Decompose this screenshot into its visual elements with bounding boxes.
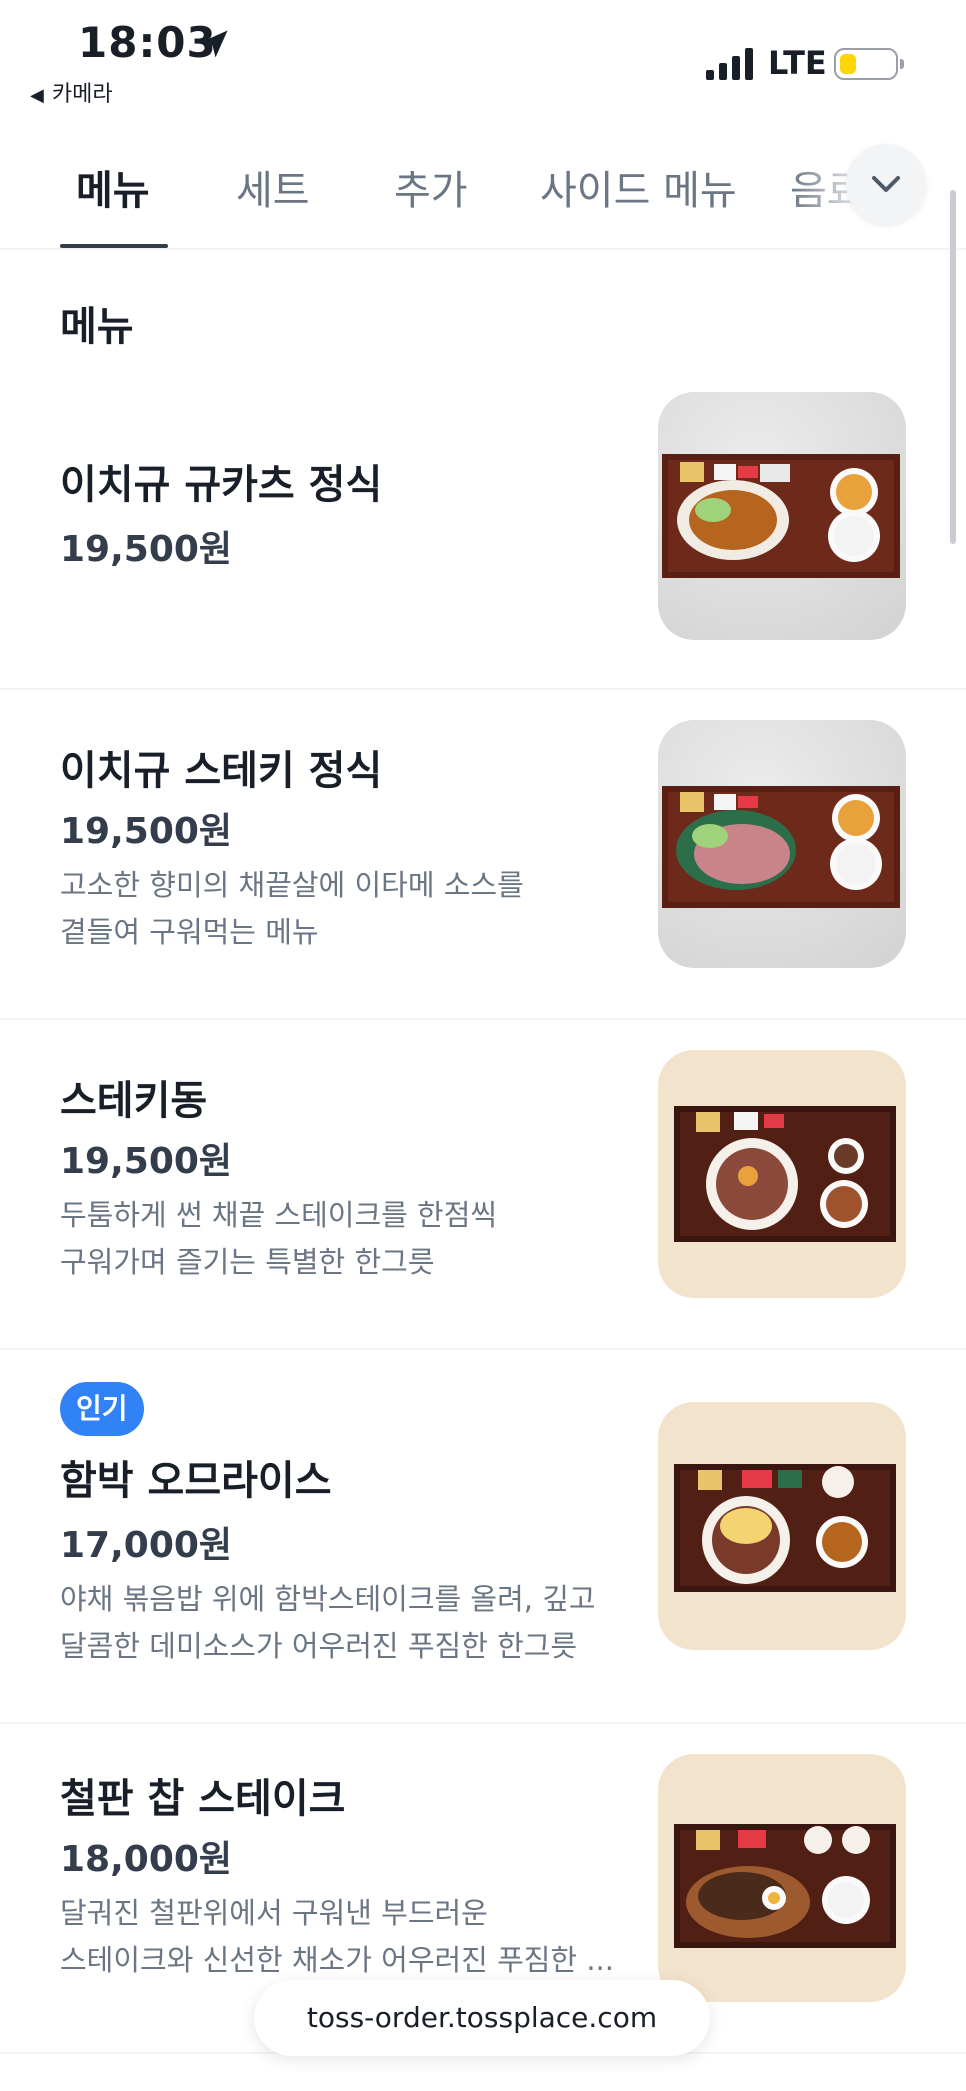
section-title: 메뉴 bbox=[60, 304, 134, 350]
menu-item[interactable]: 이치규 스테키 정식 19,500원 고소한 향미의 채끝살에 이타메 소스를 … bbox=[0, 688, 966, 1020]
back-triangle-icon: ◀ bbox=[30, 85, 44, 106]
menu-item-description: 야채 볶음밥 위에 함박스테이크를 올려, 깊고 달콤한 데미소스가 어우러진 … bbox=[60, 1582, 596, 1663]
category-tabs: 메뉴 세트 추가 사이드 메뉴 음료 bbox=[0, 120, 966, 250]
menu-item-price: 18,000원 bbox=[60, 1839, 233, 1880]
chevron-down-icon bbox=[872, 176, 900, 192]
menu-item-description: 고소한 향미의 채끝살에 이타메 소스를 곁들여 구워먹는 메뉴 bbox=[60, 868, 524, 949]
url-bar[interactable]: toss-order.tossplace.com bbox=[254, 1980, 710, 2056]
location-arrow-icon bbox=[200, 30, 228, 58]
status-bar: 18:03 ◀ 카메라 LTE bbox=[0, 0, 966, 120]
menu-item-name: 이치규 규카츠 정식 bbox=[60, 462, 383, 508]
menu-item-image bbox=[658, 1754, 906, 2002]
menu-item[interactable]: 스테키동 19,500원 두툼하게 썬 채끝 스테이크를 한점씩 구워가며 즐기… bbox=[0, 1018, 966, 1350]
tab-menu[interactable]: 메뉴 bbox=[76, 158, 150, 216]
menu-item-name: 이치규 스테키 정식 bbox=[60, 748, 383, 794]
network-label: LTE bbox=[768, 44, 827, 82]
signal-icon bbox=[706, 48, 753, 80]
back-app-label: 카메라 bbox=[51, 82, 113, 107]
expand-tabs-button[interactable] bbox=[846, 144, 926, 224]
active-tab-indicator bbox=[60, 244, 168, 248]
menu-item[interactable]: 이치규 규카츠 정식 19,500원 bbox=[0, 360, 966, 690]
popular-badge: 인기 bbox=[60, 1382, 144, 1436]
back-to-app-link[interactable]: ◀ 카메라 bbox=[30, 76, 113, 108]
menu-item-name: 스테키동 bbox=[60, 1078, 208, 1124]
menu-item-price: 19,500원 bbox=[60, 529, 233, 570]
battery-icon bbox=[834, 48, 904, 80]
tab-side-menu[interactable]: 사이드 메뉴 bbox=[540, 158, 737, 216]
menu-item-name: 철판 찹 스테이크 bbox=[60, 1776, 346, 1822]
menu-item-image bbox=[658, 720, 906, 968]
menu-item-price: 19,500원 bbox=[60, 1141, 233, 1182]
menu-item-image bbox=[658, 1050, 906, 1298]
menu-item-description: 두툼하게 썬 채끝 스테이크를 한점씩 구워가며 즐기는 특별한 한그릇 bbox=[60, 1198, 498, 1279]
menu-item-description: 달궈진 철판위에서 구워낸 부드러운 스테이크와 신선한 채소가 어우러진 푸짐… bbox=[60, 1896, 614, 1977]
menu-item-price: 19,500원 bbox=[60, 811, 233, 852]
tab-extra[interactable]: 추가 bbox=[394, 158, 468, 216]
menu-item-name: 함박 오므라이스 bbox=[60, 1458, 332, 1504]
menu-item-image bbox=[658, 1402, 906, 1650]
menu-item[interactable]: 인기 함박 오므라이스 17,000원 야채 볶음밥 위에 함박스테이크를 올려… bbox=[0, 1348, 966, 1724]
menu-item-image bbox=[658, 392, 906, 640]
tab-set[interactable]: 세트 bbox=[236, 158, 310, 216]
menu-item-price: 17,000원 bbox=[60, 1525, 233, 1566]
